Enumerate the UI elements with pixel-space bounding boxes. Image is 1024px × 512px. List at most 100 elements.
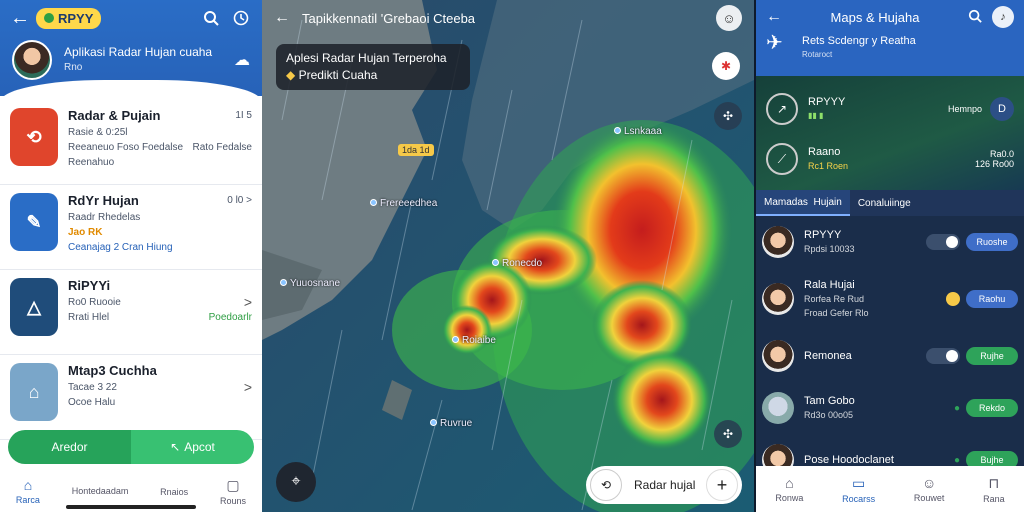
add-icon[interactable]: + — [706, 469, 738, 501]
app-meta: Jao RK — [68, 227, 103, 238]
list-item[interactable]: ⟲ Radar & Pujain 1I 5 Rasie & 0:25l Reean… — [0, 100, 262, 185]
nav-label: Rouns — [220, 495, 247, 506]
user-list: RPYYY Rpdsi 10033 Ruoshe Rala Hujai Rorfea… — [756, 216, 1024, 486]
dashboard: ↗ RPYYY ▮▮ ▮ Hemnpo D ⟋ Raano Rc1 Roen Ra0… — [756, 76, 1024, 190]
app-info: Mtap3 Cuchha Tacae 3 22 > Ocoe Halu — [68, 363, 252, 431]
list-item[interactable]: ✎ RdYr Hujan 0 l0 > Raadr Rhedelas Jao RK… — [0, 185, 262, 270]
dash-value: 126 Ro00 — [974, 159, 1014, 169]
radar-icon: ⟲ — [590, 469, 622, 501]
rain-drop-icon: ✎ — [10, 193, 58, 251]
city-label[interactable]: Lsnkaaa — [614, 126, 662, 137]
radar-map[interactable]: ← Tapikkennatil 'Grebaoi Cteeba ☺ Aplesi… — [262, 0, 754, 512]
app-meta: Ocoe Halu — [68, 397, 116, 408]
nav-item-rouwet[interactable]: ☺ Rouwet — [914, 475, 945, 503]
cloud-icon: ☁ — [234, 52, 250, 69]
bird-icon: ✈ — [766, 32, 783, 54]
search-icon[interactable] — [200, 7, 222, 29]
city-label[interactable]: Roiaibe — [452, 335, 496, 346]
dash-row[interactable]: ⟋ Raano Rc1 Roen Ra0.0 126 Ro00 — [766, 134, 1014, 184]
sub-caption: Rotaroct — [802, 50, 833, 59]
search-icon[interactable] — [968, 9, 982, 26]
toggle-switch[interactable] — [926, 234, 960, 250]
city-label[interactable]: Yuuosnane — [280, 278, 340, 289]
apcot-label: Apcot — [184, 440, 215, 454]
list-item[interactable]: RPYYY Rpdsi 10033 Ruoshe — [762, 216, 1018, 268]
item-sub: Rd3o 00o05 — [804, 410, 854, 420]
avatar — [762, 340, 794, 372]
brand-dot-icon — [44, 13, 54, 23]
app-meta-right: Poedoarlr — [208, 312, 252, 323]
cursor-icon: ↖ — [170, 440, 181, 454]
nav-item-rana[interactable]: ⊓ Rana — [983, 475, 1005, 504]
app-name: Mtap3 Cuchha — [68, 363, 157, 378]
app-info: RdYr Hujan 0 l0 > Raadr Rhedelas Jao RK C… — [68, 193, 252, 261]
dash-value: Hemnpo — [947, 104, 982, 114]
app-list: ⟲ Radar & Pujain 1I 5 Rasie & 0:25l Reean… — [0, 100, 262, 440]
aredor-button[interactable]: Aredor — [8, 430, 131, 464]
music-icon[interactable]: ♪ — [992, 6, 1014, 28]
map-top-bar: ← Tapikkennatil 'Grebaoi Cteeba ☺ — [262, 0, 754, 36]
nav-label: Rana — [983, 493, 1005, 504]
face-icon: ☺ — [921, 475, 937, 491]
radar-toggle-pill[interactable]: ⟲ Radar hujal + — [586, 466, 742, 504]
item-sub: Rpdsi 10033 — [804, 244, 855, 254]
sub-title: Rets Scdengr y Reatha — [802, 35, 916, 47]
city-label[interactable]: Ronecdo — [492, 258, 542, 269]
nav-item-hontedaadam[interactable]: Hontedaadam — [72, 486, 129, 496]
smile-icon[interactable]: ☺ — [716, 5, 742, 31]
bottom-nav: ⌂ Ronwa ▭ Rocarss ☺ Rouwet ⊓ Rana — [756, 466, 1024, 512]
nav-item-rnaios[interactable]: Rnaios — [160, 485, 188, 497]
city-label[interactable]: Ruvrue — [430, 418, 472, 429]
list-item[interactable]: ⌂ Mtap3 Cuchha Tacae 3 22 > Ocoe Halu — [0, 355, 262, 440]
nav-item-rocarss[interactable]: ▭ Rocarss — [842, 475, 875, 504]
nav-item-rouns[interactable]: ▢ Rouns — [220, 477, 246, 506]
list-item[interactable]: Rala Hujai Rorfea Re Rud Froad Gefer Rlo R… — [762, 268, 1018, 330]
profile-row[interactable]: Aplikasi Radar Hujan cuaha Rno ☁ — [0, 36, 262, 84]
dash-title: RPYYY — [808, 96, 846, 108]
layers-icon[interactable]: ✣ — [714, 102, 742, 130]
item-action-button[interactable]: Raohu — [966, 290, 1018, 308]
avatar — [762, 226, 794, 258]
apcot-button[interactable]: ↖ Apcot — [131, 430, 254, 464]
item-action-button[interactable]: Ruoshe — [966, 233, 1018, 251]
d-icon[interactable]: D — [990, 97, 1014, 121]
chevron-right-icon[interactable]: > — [244, 295, 252, 310]
dash-row[interactable]: ↗ RPYYY ▮▮ ▮ Hemnpo D — [766, 84, 1014, 134]
signal-icon: ▮▮ ▮ — [808, 111, 824, 120]
city-label[interactable]: Frereeedhea — [370, 198, 437, 209]
item-action-button[interactable]: Rekdo — [966, 399, 1018, 417]
avatar — [762, 283, 794, 315]
tab-bar: Mamadas Hujain Conaluiinge — [756, 190, 1024, 216]
item-sub: Rorfea Re Rud — [804, 294, 865, 304]
alert-icon[interactable]: ✱ — [712, 52, 740, 80]
list-item[interactable]: △ RiPYYi Ro0 Ruooie > Rrati Hlel Poedoarlr — [0, 270, 262, 355]
header: ← Maps & Hujaha ♪ ✈ Rets Scdengr y Reath… — [756, 0, 1024, 76]
brand-name: RPYY — [58, 10, 94, 26]
clock-icon[interactable] — [230, 7, 252, 29]
list-item[interactable]: Remonea Rujhe — [762, 330, 1018, 382]
app-meta: Ceanajag 2 Cran Hiung — [68, 242, 173, 253]
info-card[interactable]: Aplesi Radar Hujan Terperoha ◆ Predikti … — [276, 44, 470, 90]
toggle-switch[interactable] — [926, 348, 960, 364]
item-name: Remonea — [804, 350, 852, 362]
locate-icon[interactable]: ✣ — [714, 420, 742, 448]
nav-item-ronwa[interactable]: ⌂ Ronwa — [775, 475, 803, 503]
home-indicator — [66, 505, 196, 509]
location-tag[interactable]: 1da 1d — [398, 144, 434, 156]
back-arrow-icon[interactable]: ← — [766, 8, 782, 26]
compass-button[interactable]: ⌖ — [276, 462, 316, 502]
triangle-app-icon: △ — [10, 278, 58, 336]
tab-conaluiinge[interactable]: Conaluiinge — [850, 190, 919, 216]
back-arrow-icon[interactable]: ← — [274, 9, 290, 27]
item-action-button[interactable]: Rujhe — [966, 347, 1018, 365]
app-list-panel: ← RPYY Aplikasi Radar Hujan cuaha Rno ☁ — [0, 0, 262, 512]
item-extra: Froad Gefer Rlo — [804, 308, 869, 318]
dash-title: Raano — [808, 146, 841, 158]
chevron-right-icon[interactable]: > — [244, 380, 252, 395]
nav-item-rarca[interactable]: ⌂ Rarca — [16, 477, 40, 505]
tab-mamadas[interactable]: Mamadas Hujain — [756, 190, 850, 216]
satellite-icon: ⟋ — [766, 143, 798, 175]
back-arrow-icon[interactable]: ← — [10, 7, 36, 30]
list-item[interactable]: Tam Gobo Rd3o 00o05 ● Rekdo — [762, 382, 1018, 434]
top-bar: ← Maps & Hujaha ♪ — [766, 0, 1014, 34]
